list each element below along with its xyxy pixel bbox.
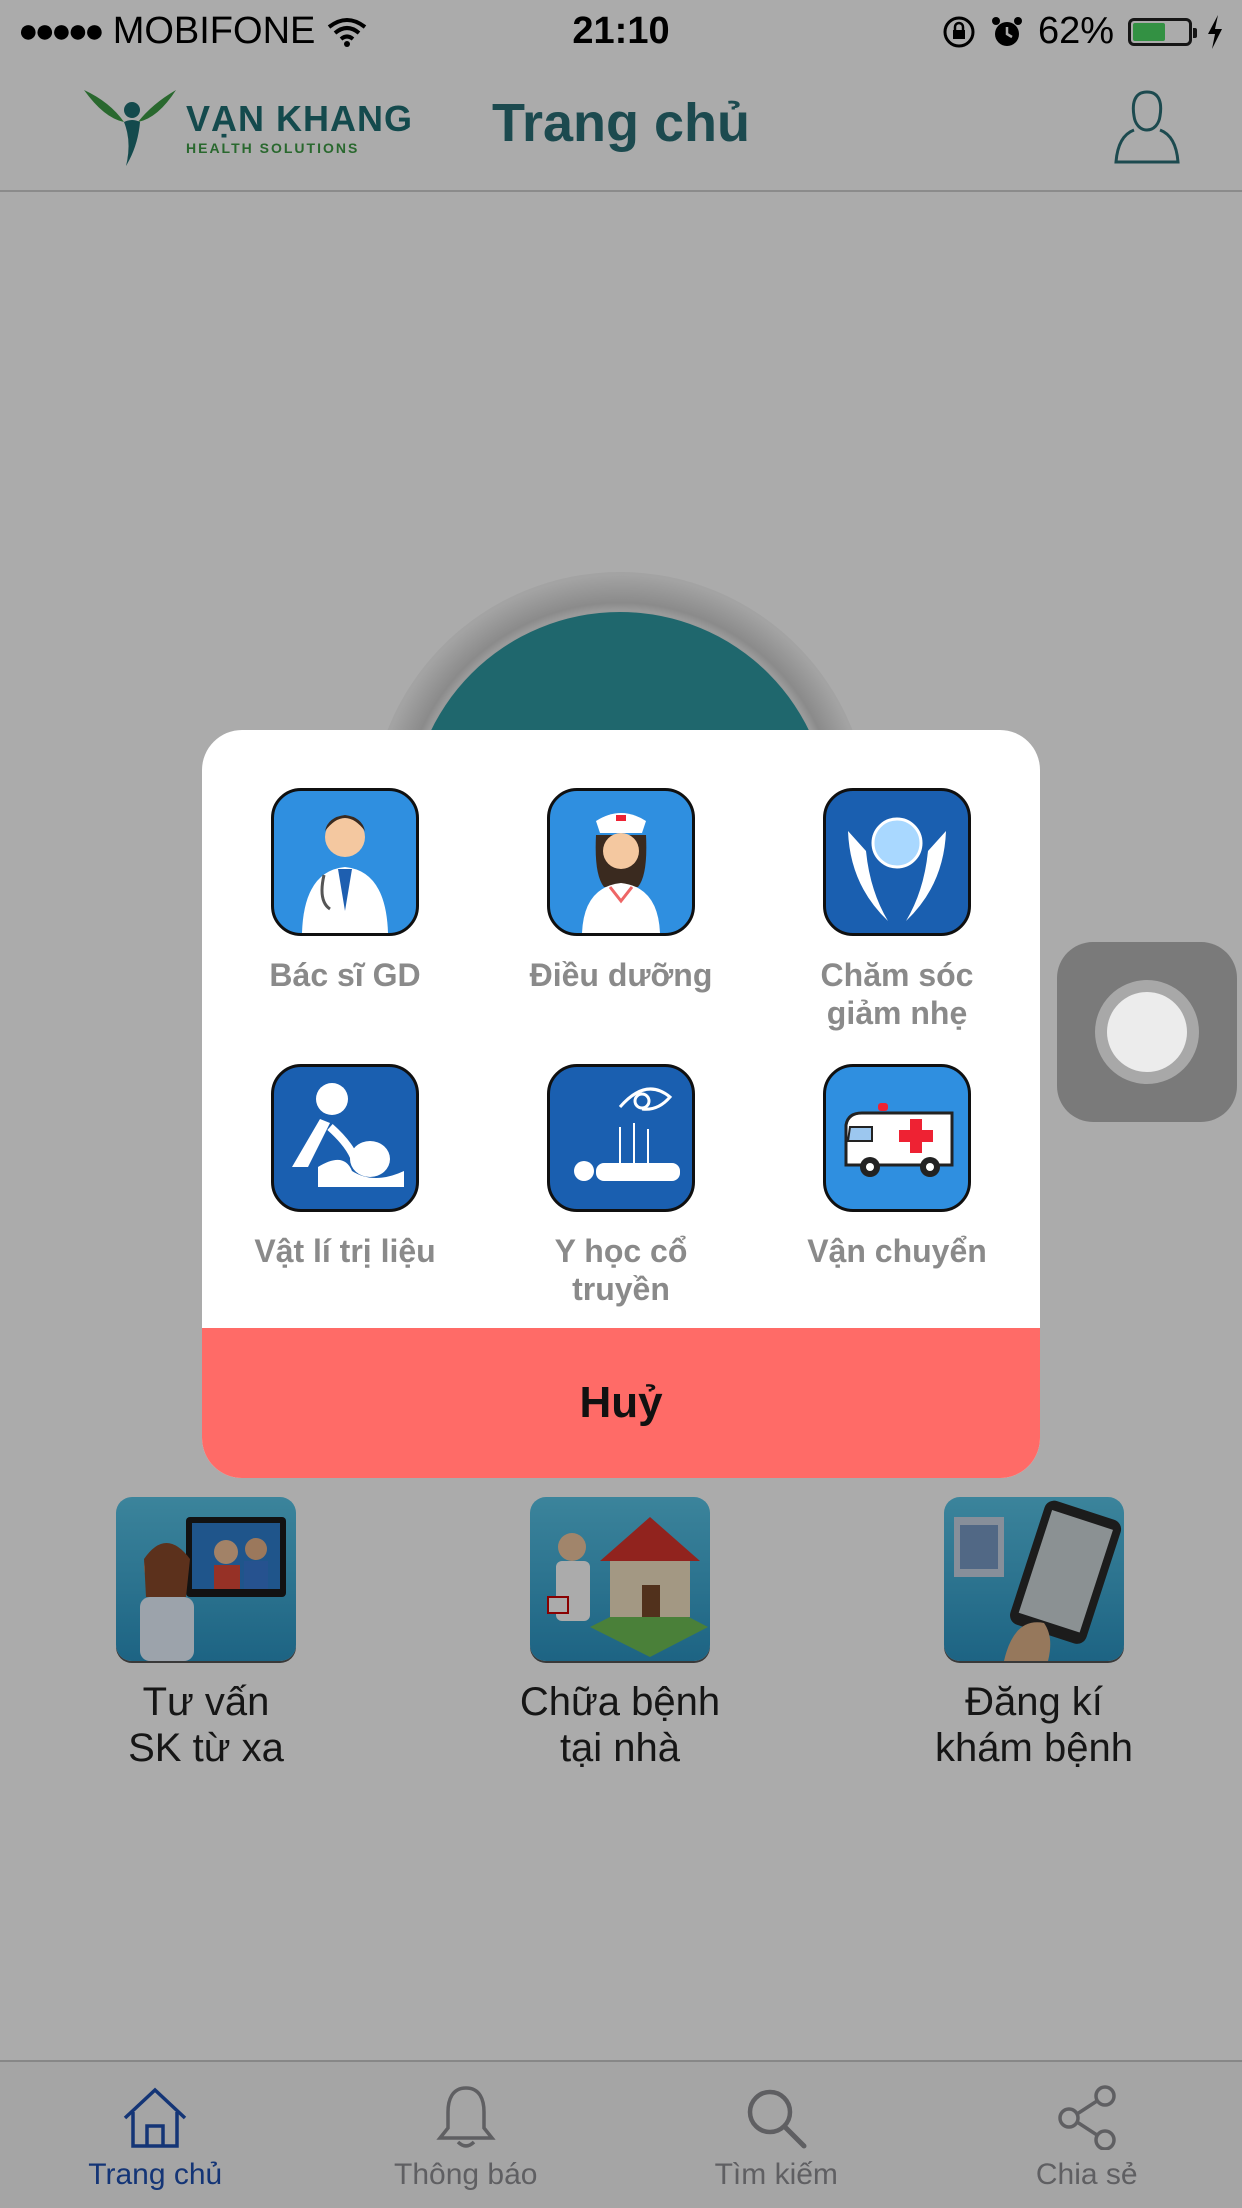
option-label: Bác sĩ GD <box>202 956 488 994</box>
caption-line: Tư vấn <box>142 1680 270 1724</box>
physiotherapy-icon <box>271 1064 419 1212</box>
option-label-line: Điều dưỡng <box>529 957 713 993</box>
tab-label: Trang chủ <box>88 2158 223 2191</box>
option-label: Vận chuyển <box>754 1232 1040 1270</box>
battery-icon <box>1128 17 1197 46</box>
option-label-line: Bác sĩ GD <box>269 957 421 993</box>
status-bar: ●●●●● MOBIFONE 21:10 62% <box>0 0 1242 62</box>
tab-notifications[interactable]: Thông báo <box>311 2062 622 2208</box>
option-label-line: Vận chuyển <box>807 1233 987 1269</box>
user-icon <box>1114 90 1180 164</box>
ambulance-icon <box>823 1064 971 1212</box>
status-right: 62% <box>942 10 1224 53</box>
service-appointment-caption: Đăng kí khám bệnh <box>884 1679 1184 1771</box>
service-options-grid: Bác sĩ GD Điều dưỡng Chăm sóc giảm nhẹ V… <box>202 730 1040 1330</box>
tab-search[interactable]: Tìm kiếm <box>621 2062 932 2208</box>
option-label-line: Chăm sóc <box>820 957 974 993</box>
option-label: Chăm sóc giảm nhẹ <box>754 956 1040 1032</box>
service-telehealth-caption: Tư vấn SK từ xa <box>56 1679 356 1771</box>
appointment-image <box>944 1497 1124 1661</box>
service-picker-modal: Bác sĩ GD Điều dưỡng Chăm sóc giảm nhẹ V… <box>202 730 1040 1478</box>
option-label-line: Y học cổ <box>554 1233 688 1269</box>
option-label-line: truyền <box>572 1271 670 1307</box>
tab-share[interactable]: Chia sẻ <box>932 2062 1242 2208</box>
tab-label: Thông báo <box>394 2158 538 2191</box>
doctor-icon <box>271 788 419 936</box>
caption-line: khám bệnh <box>935 1726 1133 1770</box>
alarm-icon <box>991 16 1022 46</box>
option-transport[interactable]: Vận chuyển <box>754 1064 1040 1270</box>
caption-line: tại nhà <box>559 1726 681 1770</box>
search-icon <box>748 2089 807 2149</box>
caption-line: Đăng kí <box>965 1680 1103 1724</box>
option-label: Điều dưỡng <box>478 956 764 994</box>
tab-bar: Trang chủ Thông báo Tìm kiếm Chia sẻ <box>0 2060 1242 2208</box>
option-nursing[interactable]: Điều dưỡng <box>478 788 764 994</box>
option-label: Y học cổ truyền <box>478 1232 764 1308</box>
rotation-lock-icon <box>943 16 975 47</box>
battery-fill <box>1133 22 1166 41</box>
option-physiotherapy[interactable]: Vật lí trị liệu <box>202 1064 488 1270</box>
telehealth-image <box>116 1497 296 1661</box>
bell-icon <box>436 2086 496 2148</box>
option-traditional-medicine[interactable]: Y học cổ truyền <box>478 1064 764 1308</box>
service-telehealth[interactable]: Tư vấn SK từ xa <box>56 1497 356 1771</box>
cancel-button[interactable]: Huỷ <box>202 1328 1040 1478</box>
service-appointment[interactable]: Đăng kí khám bệnh <box>884 1497 1184 1771</box>
acupuncture-icon <box>547 1064 695 1212</box>
home-icon <box>124 2087 187 2148</box>
home-care-image <box>530 1497 710 1661</box>
option-palliative-care[interactable]: Chăm sóc giảm nhẹ <box>754 788 1040 1032</box>
service-home-care-caption: Chữa bệnh tại nhà <box>470 1679 770 1771</box>
share-icon <box>1058 2085 1116 2151</box>
battery-percent: 62% <box>1037 10 1114 52</box>
assistive-touch-button[interactable] <box>1057 942 1237 1122</box>
option-family-doctor[interactable]: Bác sĩ GD <box>202 788 488 994</box>
nav-bar: VẠN KHANG HEALTH SOLUTIONS Trang chủ <box>0 62 1242 192</box>
tab-home[interactable]: Trang chủ <box>0 2062 311 2208</box>
caring-hands-icon <box>823 788 971 936</box>
charging-bolt-icon <box>1208 14 1222 49</box>
assistive-touch-center <box>1107 992 1187 1072</box>
nurse-icon <box>547 788 695 936</box>
option-label: Vật lí trị liệu <box>202 1232 488 1270</box>
page-title: Trang chủ <box>491 93 751 153</box>
option-label-line: Vật lí trị liệu <box>254 1233 436 1269</box>
profile-button[interactable] <box>1112 86 1182 166</box>
caption-line: Chữa bệnh <box>519 1680 721 1724</box>
service-home-care[interactable]: Chữa bệnh tại nhà <box>470 1497 770 1771</box>
caption-line: SK từ xa <box>128 1726 284 1770</box>
option-label-line: giảm nhẹ <box>826 995 968 1031</box>
tab-label: Chia sẻ <box>1035 2158 1138 2191</box>
tab-label: Tìm kiếm <box>714 2158 838 2191</box>
